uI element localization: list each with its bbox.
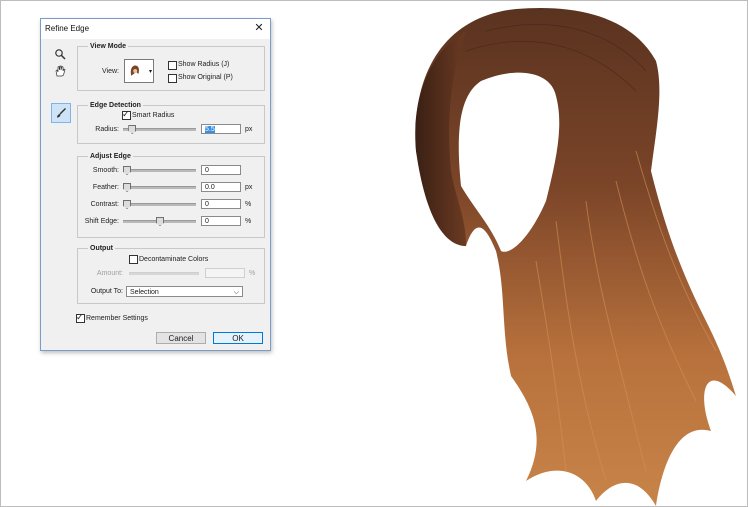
radius-input[interactable]: 5.5	[201, 124, 241, 134]
slider-thumb[interactable]	[156, 217, 164, 226]
dialog-title: Refine Edge	[45, 24, 90, 33]
decontaminate-colors-checkbox[interactable]	[129, 255, 138, 264]
amount-input	[205, 268, 245, 278]
show-radius-checkbox[interactable]	[168, 61, 177, 70]
view-mode-picker[interactable]: ▾	[124, 59, 154, 83]
feather-label: Feather:	[92, 184, 119, 191]
hair-image	[415, 7, 736, 506]
dialog-titlebar[interactable]: Refine Edge ✕	[41, 19, 270, 39]
refine-radius-brush-icon[interactable]	[51, 103, 71, 123]
shift-edge-unit: %	[245, 218, 252, 225]
smart-radius-label: Smart Radius	[132, 112, 175, 119]
show-radius-label: Show Radius (J)	[178, 61, 230, 68]
slider-thumb[interactable]	[123, 166, 131, 175]
contrast-input[interactable]: 0	[201, 199, 241, 209]
contrast-unit: %	[245, 201, 252, 208]
ok-button[interactable]: OK	[213, 332, 263, 344]
view-label: View:	[102, 68, 119, 75]
slider-track	[123, 186, 196, 189]
chevron-down-icon: ▾	[148, 69, 152, 75]
chevron-down-icon: ⌵	[233, 289, 239, 296]
view-mode-legend: View Mode	[90, 43, 127, 50]
shift-edge-slider[interactable]	[123, 217, 196, 226]
contrast-label: Contrast:	[90, 201, 119, 208]
shift-edge-input[interactable]: 0	[201, 216, 241, 226]
amount-label: Amount:	[96, 270, 123, 277]
show-original-checkbox[interactable]	[168, 74, 177, 83]
refine-edge-dialog: Refine Edge ✕ View Mode View: ▾ Show Rad…	[40, 18, 271, 351]
edge-detection-group: Edge Detection	[77, 102, 265, 144]
shift-edge-label: Shift Edge:	[84, 218, 119, 225]
smooth-input[interactable]: 0	[201, 165, 241, 175]
feather-slider[interactable]	[123, 183, 196, 192]
radius-unit: px	[245, 126, 253, 133]
feather-unit: px	[245, 184, 253, 191]
output-to-select[interactable]: Selection ⌵	[126, 286, 243, 297]
slider-track	[129, 272, 199, 275]
contrast-slider[interactable]	[123, 200, 196, 209]
edge-detection-legend: Edge Detection	[90, 102, 141, 109]
amount-slider	[129, 269, 199, 278]
close-icon[interactable]: ✕	[252, 21, 266, 35]
amount-unit: %	[249, 270, 256, 277]
smooth-slider[interactable]	[123, 166, 196, 175]
output-to-value: Selection	[130, 289, 159, 296]
view-thumbnail-icon	[130, 65, 139, 76]
feather-input[interactable]: 0.0	[201, 182, 241, 192]
cancel-button[interactable]: Cancel	[156, 332, 206, 344]
zoom-icon[interactable]	[53, 47, 67, 61]
radius-slider[interactable]	[123, 125, 196, 134]
adjust-edge-legend: Adjust Edge	[90, 153, 131, 160]
radius-label: Radius:	[95, 126, 119, 133]
output-legend: Output	[90, 245, 113, 252]
show-original-label: Show Original (P)	[178, 74, 233, 81]
smart-radius-checkbox[interactable]	[122, 109, 131, 120]
hand-icon[interactable]	[53, 64, 67, 78]
slider-track	[123, 169, 196, 172]
slider-thumb[interactable]	[123, 183, 131, 192]
output-to-label: Output To:	[90, 288, 123, 295]
decontaminate-colors-label: Decontaminate Colors	[139, 256, 209, 263]
remember-settings-checkbox[interactable]	[76, 312, 85, 323]
remember-settings-label: Remember Settings	[86, 315, 148, 322]
smooth-label: Smooth:	[92, 167, 119, 174]
slider-track	[123, 203, 196, 206]
slider-thumb[interactable]	[128, 125, 137, 134]
slider-thumb[interactable]	[123, 200, 131, 209]
